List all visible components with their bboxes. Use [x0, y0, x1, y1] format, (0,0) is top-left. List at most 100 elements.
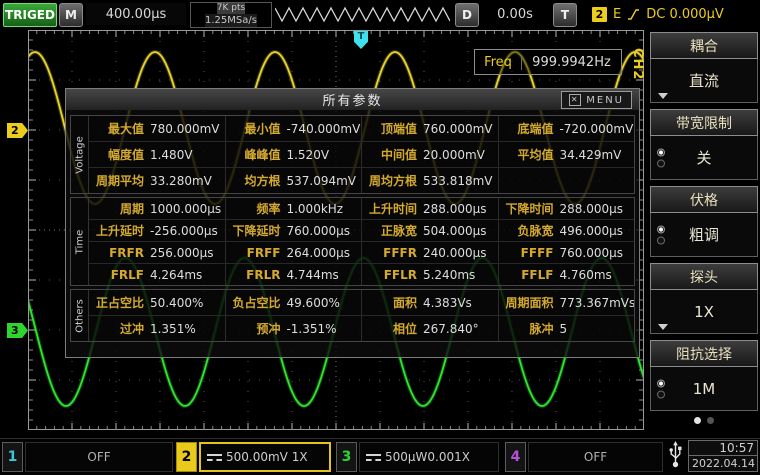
- param-value: 20.000mV: [422, 147, 485, 162]
- sidebar-option-button-4[interactable]: 1M: [650, 367, 758, 411]
- horizontal-menu-button[interactable]: M: [59, 3, 83, 27]
- date-readout: 2022.04.14: [688, 456, 758, 472]
- param-value: 288.000μs: [422, 201, 487, 216]
- acquisition-info: 7K pts 1.25MSa/s: [190, 2, 272, 28]
- param-label: 周期: [119, 202, 144, 216]
- channel-1-badge[interactable]: 1: [2, 442, 23, 472]
- section-label: Voltage: [71, 116, 89, 193]
- channel-status-bar: 1 OFF 2 500.00mV 1X 3 500μW0.001X 4 OFF: [0, 438, 760, 475]
- channel-3-info[interactable]: 500μW0.001X: [359, 442, 499, 472]
- param-cell: 负占空比 49.600%: [224, 290, 362, 315]
- param-value: 1000.000μs: [149, 201, 222, 216]
- param-cell: 峰峰值 1.520V: [224, 142, 362, 167]
- sidebar-group: 探头 1X: [650, 263, 758, 334]
- param-cell: 幅度值 1.480V: [89, 142, 225, 167]
- param-label: 面积: [392, 296, 417, 310]
- param-cell: 正脉宽 504.000μs: [361, 220, 498, 241]
- param-cell: 下降时间 288.000μs: [497, 198, 635, 219]
- param-label: 正占空比: [95, 296, 144, 310]
- param-label: FFLR: [383, 267, 417, 282]
- param-value: 4.744ms: [286, 267, 339, 282]
- sidebar-group: 耦合 直流: [650, 32, 758, 103]
- param-section-time: Time 周期 1000.000μs 频率 1.000kHz 上升时间 288.000μs 下…: [70, 197, 635, 286]
- channel-4-badge[interactable]: 4: [505, 442, 526, 472]
- param-value: 49.600%: [286, 295, 340, 310]
- param-cell: 上升时间 288.000μs: [361, 198, 498, 219]
- param-label: FRFF: [246, 245, 281, 260]
- param-cell: FRFF 264.000μs: [224, 242, 362, 263]
- channel-3-badge[interactable]: 3: [336, 442, 357, 472]
- rising-edge-icon: [628, 8, 640, 20]
- param-cell: 周期 1000.000μs: [89, 198, 225, 219]
- trigger-level-readout: DC 0.000μV: [646, 6, 724, 22]
- param-cell: 预冲 -1.351%: [224, 316, 362, 341]
- sidebar-header-4: 阻抗选择: [650, 340, 758, 367]
- param-cell: 最小值 -740.000mV: [224, 116, 362, 141]
- channel-off-label: OFF: [583, 450, 608, 464]
- param-cell: FFLF 4.760ms: [497, 264, 635, 285]
- param-label: FRLF: [110, 267, 144, 282]
- channel-1-info[interactable]: OFF: [25, 442, 173, 472]
- param-value: 50.400%: [149, 295, 204, 310]
- trigger-info: 2 E DC 0.000μV: [592, 3, 724, 25]
- chevron-down-icon: [658, 93, 668, 99]
- param-value: -256.000μs: [149, 223, 218, 238]
- param-cell: 过冲 1.351%: [89, 316, 225, 341]
- param-label: 幅度值: [107, 148, 144, 162]
- channel-off-label: OFF: [87, 450, 111, 464]
- param-cell: 频率 1.000kHz: [224, 198, 362, 219]
- section-label: Others: [71, 290, 89, 341]
- param-cell: 负脉宽 496.000μs: [497, 220, 635, 241]
- sidebar-option-button-3[interactable]: 1X: [650, 290, 758, 334]
- param-cell: 脉冲 5: [497, 316, 635, 341]
- param-cell: FRFR 256.000μs: [89, 242, 225, 263]
- param-value: 256.000μs: [149, 245, 214, 260]
- page-indicator: [650, 417, 758, 424]
- memory-depth: 7K pts: [216, 3, 246, 14]
- param-cell: 正占空比 50.400%: [89, 290, 225, 315]
- param-label: FRFR: [109, 245, 144, 260]
- all-parameters-panel: 所有参数 ✕ MENU Voltage 最大值 780.000mV 最小值 -740.0…: [65, 88, 640, 358]
- page-dot-active: [694, 417, 701, 424]
- menu-close-button[interactable]: ✕ MENU: [561, 91, 632, 109]
- param-value: 1.480V: [149, 147, 193, 162]
- frequency-counter: Freq 999.9942Hz: [474, 49, 622, 75]
- param-value: 4.760ms: [559, 267, 612, 282]
- sidebar-option-button-1[interactable]: 关: [650, 136, 758, 180]
- sidebar-option-button-2[interactable]: 粗调: [650, 213, 758, 257]
- channel-4-info[interactable]: OFF: [528, 442, 663, 472]
- param-label: 下降延时: [232, 224, 281, 238]
- param-value: 780.000mV: [149, 121, 220, 136]
- sidebar-header-2: 伏格: [650, 186, 758, 213]
- sidebar-option-value: 1M: [692, 379, 716, 398]
- param-label: 上升时间: [368, 202, 417, 216]
- param-cell: 周期面积 773.367mVs: [497, 290, 634, 315]
- channel-2-badge[interactable]: 2: [176, 442, 197, 472]
- trigger-edge-label: E: [613, 6, 622, 22]
- param-value: -740.000mV: [286, 121, 361, 136]
- param-row: 最大值 780.000mV 最小值 -740.000mV 顶端值 760.000mV 底端值…: [89, 116, 634, 141]
- waveform-pattern-icon: [275, 6, 450, 23]
- dc-coupling-icon: [366, 453, 381, 461]
- param-label: FFFR: [383, 245, 417, 260]
- param-value: 240.000μs: [422, 245, 487, 260]
- param-value: 773.367mVs: [559, 295, 634, 310]
- param-value: 264.000μs: [286, 245, 350, 260]
- param-value: 5.240ms: [422, 267, 476, 282]
- page-dot-inactive: [707, 417, 714, 424]
- trigger-menu-button[interactable]: T: [553, 3, 577, 27]
- chevron-down-icon: [658, 324, 668, 330]
- channel-2-info[interactable]: 500.00mV 1X: [199, 442, 331, 472]
- param-label: 过冲: [119, 322, 144, 336]
- timebase-readout: 400.00μs: [86, 3, 186, 25]
- sidebar-option-button-0[interactable]: 直流: [650, 59, 758, 103]
- param-cell: [497, 168, 635, 193]
- param-label: 最小值: [244, 122, 281, 136]
- delay-button[interactable]: D: [455, 3, 479, 27]
- param-value: 1.520V: [286, 147, 330, 162]
- param-label: 负脉宽: [517, 224, 554, 238]
- param-label: 平均值: [517, 148, 554, 162]
- param-value: 760.000μs: [286, 223, 350, 238]
- param-row: 上升延时 -256.000μs 下降延时 760.000μs 正脉宽 504.000μs 负…: [89, 219, 634, 241]
- clock: 10:57 2022.04.14: [688, 440, 758, 472]
